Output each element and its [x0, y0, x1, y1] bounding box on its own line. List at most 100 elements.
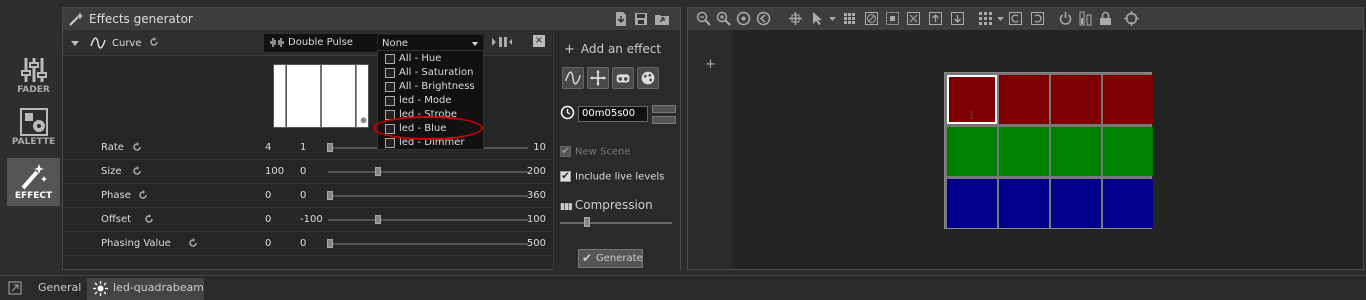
- position-cross-icon[interactable]: [587, 67, 609, 89]
- deselect-icon[interactable]: [864, 11, 879, 26]
- fixture-cell[interactable]: [1051, 179, 1101, 228]
- dropdown-option[interactable]: All - Brightness: [378, 80, 483, 94]
- reset-icon[interactable]: [138, 190, 148, 200]
- param-row: Size1000200: [63, 160, 552, 184]
- curve-label: Curve: [112, 38, 142, 49]
- save-icon[interactable]: [633, 11, 649, 27]
- clock-icon: [560, 105, 575, 120]
- grid-icon[interactable]: [978, 11, 993, 26]
- fixture-cell[interactable]: [1103, 75, 1153, 124]
- param-value[interactable]: 0: [265, 238, 271, 249]
- open-folder-icon[interactable]: [654, 11, 670, 27]
- generate-button[interactable]: ✔Generate: [578, 249, 643, 268]
- add-effect-button[interactable]: +Add an effect: [564, 42, 661, 57]
- new-scene-checkbox[interactable]: ✔New Scene: [560, 146, 630, 158]
- color-palette-icon[interactable]: [637, 67, 659, 89]
- param-slider-track[interactable]: [328, 195, 528, 197]
- tab-led-quadrabeam-label: led-quadrabeam: [113, 281, 204, 294]
- param-value[interactable]: 0: [265, 214, 271, 225]
- param-slider-knob[interactable]: [375, 167, 381, 176]
- option-checkbox[interactable]: [385, 138, 395, 148]
- maximize-icon[interactable]: [8, 281, 22, 295]
- fixture-cell[interactable]: [1051, 127, 1101, 176]
- add-group-button[interactable]: +: [705, 57, 716, 72]
- param-slider-knob[interactable]: [375, 215, 381, 224]
- lock-icon[interactable]: [1098, 11, 1113, 26]
- time-stepper-buttons[interactable]: [652, 105, 676, 125]
- reset-icon[interactable]: [132, 142, 142, 152]
- checkmark-icon: ✔: [582, 250, 592, 267]
- dropdown-option[interactable]: All - Saturation: [378, 66, 483, 80]
- param-max: 200: [506, 166, 546, 177]
- play-pause-icon[interactable]: [491, 36, 513, 48]
- move-down-icon[interactable]: [950, 11, 965, 26]
- select-all-icon[interactable]: [842, 11, 857, 26]
- fixture-cell[interactable]: [1103, 179, 1153, 228]
- invert-selection-icon[interactable]: [885, 11, 900, 26]
- param-max: 100: [506, 214, 546, 225]
- new-scene-label: New Scene: [575, 147, 630, 158]
- zoom-in-icon[interactable]: [716, 11, 731, 26]
- param-max: 360: [506, 190, 546, 201]
- move-up-icon[interactable]: [928, 11, 943, 26]
- sine-curve-icon[interactable]: [562, 67, 584, 89]
- fixture-cell[interactable]: [1103, 127, 1153, 176]
- curve-type-select[interactable]: Double Pulse: [264, 34, 379, 52]
- option-checkbox[interactable]: [385, 96, 395, 106]
- compression-slider-knob[interactable]: [584, 217, 590, 227]
- zoom-fit-icon[interactable]: [736, 11, 751, 26]
- brightness-icon[interactable]: [1078, 11, 1093, 26]
- param-slider-knob[interactable]: [327, 143, 333, 152]
- param-value[interactable]: 0: [265, 190, 271, 201]
- param-slider-track[interactable]: [328, 219, 528, 221]
- import-file-icon[interactable]: [613, 11, 629, 27]
- rotate-right-icon[interactable]: [1030, 11, 1045, 26]
- tab-general[interactable]: General: [30, 278, 85, 300]
- tool-fader[interactable]: FADER: [7, 52, 60, 100]
- fixture-cell[interactable]: [947, 127, 997, 176]
- fixture-cell[interactable]: [999, 179, 1049, 228]
- select-odd-icon[interactable]: [906, 11, 921, 26]
- reset-icon[interactable]: [144, 214, 154, 224]
- tool-effect[interactable]: EFFECT: [7, 158, 60, 206]
- rotate-left-icon[interactable]: [1008, 11, 1023, 26]
- include-live-levels-label: Include live levels: [575, 172, 664, 183]
- param-slider-knob[interactable]: [327, 191, 333, 200]
- param-value[interactable]: 4: [265, 142, 271, 153]
- back-icon[interactable]: [756, 11, 771, 26]
- option-checkbox[interactable]: [385, 68, 395, 78]
- option-checkbox[interactable]: [385, 82, 395, 92]
- param-slider-track[interactable]: [328, 171, 528, 173]
- chevron-down-icon[interactable]: [993, 11, 1008, 26]
- param-name: Phasing Value: [101, 238, 171, 249]
- reset-icon[interactable]: [132, 166, 142, 176]
- fixture-cell[interactable]: [947, 179, 997, 228]
- reset-icon[interactable]: [149, 37, 159, 47]
- fixture-cell[interactable]: [999, 127, 1049, 176]
- param-slider-track[interactable]: [328, 243, 528, 245]
- crosshair-icon[interactable]: [1124, 11, 1139, 26]
- fixture-cell[interactable]: [1051, 75, 1101, 124]
- fixture-cell[interactable]: 1: [947, 75, 997, 124]
- tab-led-quadrabeam[interactable]: led-quadrabeam: [87, 278, 204, 300]
- tool-palette[interactable]: PALETTE: [7, 104, 60, 152]
- fixture-cell[interactable]: [999, 75, 1049, 124]
- dropdown-option[interactable]: All - Hue: [378, 52, 483, 66]
- include-live-levels-checkbox[interactable]: ✔Include live levels: [560, 171, 664, 183]
- chevron-down-icon[interactable]: [825, 11, 840, 26]
- tool-palette-label: PALETTE: [12, 137, 55, 147]
- reset-icon[interactable]: [188, 238, 198, 248]
- option-checkbox[interactable]: [385, 54, 395, 64]
- move-icon[interactable]: [788, 11, 803, 26]
- dropdown-option[interactable]: led - Mode: [378, 94, 483, 108]
- duration-input[interactable]: 00m05s00: [578, 106, 648, 122]
- close-effect-button[interactable]: ×: [533, 35, 545, 47]
- power-icon[interactable]: [1058, 11, 1073, 26]
- collapse-triangle-icon[interactable]: [71, 41, 79, 46]
- compression-slider-track[interactable]: [560, 222, 672, 224]
- gobo-icon[interactable]: [612, 67, 634, 89]
- param-slider-knob[interactable]: [327, 239, 333, 248]
- pointer-select-icon[interactable]: [810, 11, 825, 26]
- zoom-out-icon[interactable]: [696, 11, 711, 26]
- param-value[interactable]: 100: [265, 166, 284, 177]
